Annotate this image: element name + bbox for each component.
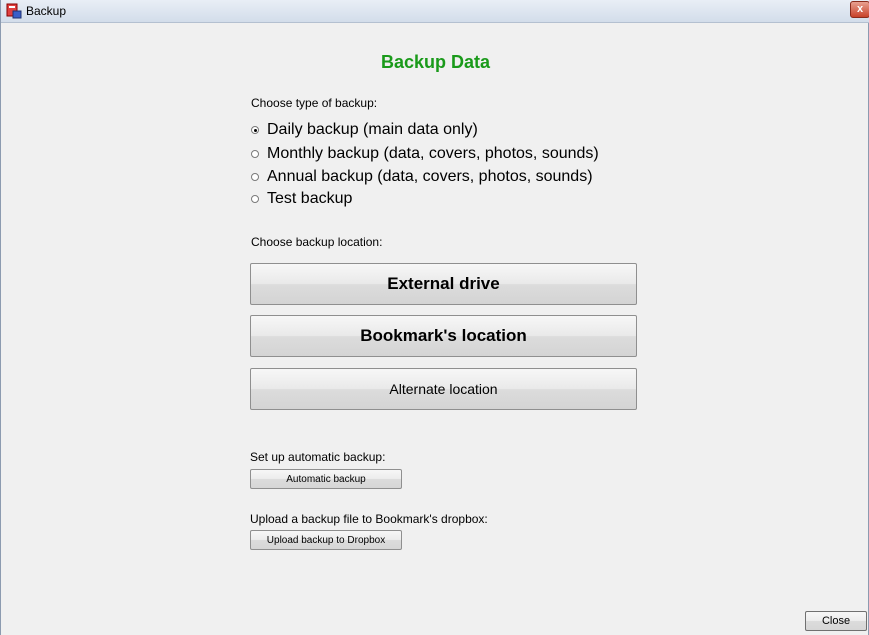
radio-button-icon[interactable] [251,173,259,181]
external-drive-button[interactable]: External drive [250,263,637,305]
radio-label: Annual backup (data, covers, photos, sou… [267,168,593,185]
radio-label: Daily backup (main data only) [267,121,478,138]
radio-button-icon[interactable] [251,195,259,203]
radio-monthly-backup[interactable]: Monthly backup (data, covers, photos, so… [251,143,599,165]
bookmarks-location-button[interactable]: Bookmark's location [250,315,637,357]
radio-button-icon[interactable] [251,150,259,158]
upload-dropbox-label: Upload a backup file to Bookmark's dropb… [250,512,488,526]
window-title: Backup [26,4,67,18]
radio-annual-backup[interactable]: Annual backup (data, covers, photos, sou… [251,166,593,188]
backup-location-label: Choose backup location: [251,235,383,249]
radio-label: Monthly backup (data, covers, photos, so… [267,145,599,162]
page-title: Backup Data [380,52,491,72]
alternate-location-button[interactable]: Alternate location [250,368,637,410]
title-bar[interactable]: Backup x [1,0,869,23]
backup-window: Backup x Backup Data Choose type of back… [0,0,869,635]
radio-test-backup[interactable]: Test backup [251,188,352,210]
app-icon [6,3,22,19]
automatic-backup-button[interactable]: Automatic backup [250,469,402,489]
window-close-icon[interactable]: x [850,1,869,18]
radio-label: Test backup [267,190,353,207]
radio-daily-backup[interactable]: Daily backup (main data only) [251,119,478,141]
close-button[interactable]: Close [805,611,867,631]
automatic-backup-label: Set up automatic backup: [250,450,386,464]
radio-button-icon[interactable] [251,126,259,134]
backup-type-label: Choose type of backup: [251,96,378,110]
upload-dropbox-button[interactable]: Upload backup to Dropbox [250,530,402,550]
